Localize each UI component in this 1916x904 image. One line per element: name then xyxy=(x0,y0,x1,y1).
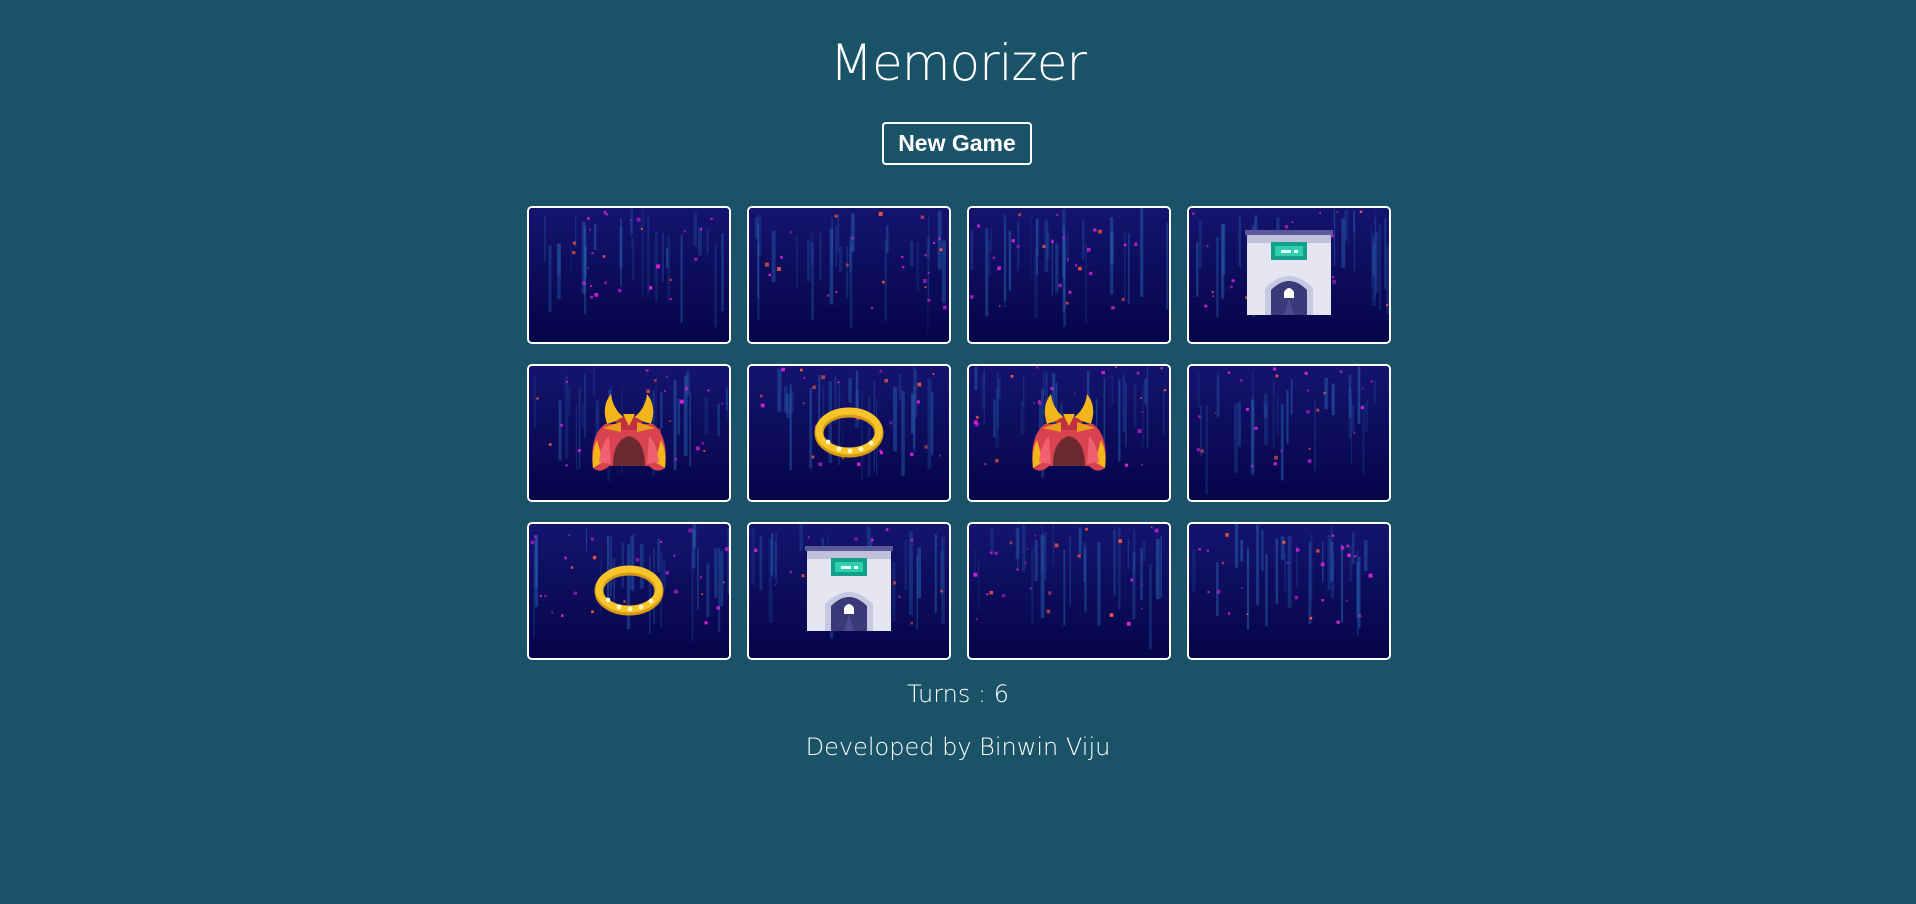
memory-card-hidden[interactable] xyxy=(967,522,1171,660)
memory-card-revealed[interactable] xyxy=(967,364,1171,502)
new-game-button[interactable]: New Game xyxy=(882,122,1032,165)
memory-card-hidden[interactable] xyxy=(1187,522,1391,660)
card-back-pattern xyxy=(1189,366,1389,500)
memory-card-hidden[interactable] xyxy=(527,206,731,344)
card-back-pattern xyxy=(529,208,729,342)
turns-counter: Turns : 6 xyxy=(907,680,1009,708)
card-back-pattern xyxy=(969,208,1169,342)
card-back-pattern xyxy=(1189,524,1389,658)
developer-credit: Developed by Binwin Viju xyxy=(805,733,1111,761)
memory-card-hidden[interactable] xyxy=(747,206,951,344)
castle-gate-icon xyxy=(1245,230,1333,315)
card-grid xyxy=(527,206,1391,660)
samurai-helmet-icon xyxy=(592,394,666,471)
memory-card-revealed[interactable] xyxy=(747,364,951,502)
memory-card-revealed[interactable] xyxy=(527,364,731,502)
page-title: Memorizer xyxy=(829,34,1087,92)
memory-card-hidden[interactable] xyxy=(967,206,1171,344)
memory-game-app: Memorizer New Game Turns : 6 Developed b… xyxy=(0,0,1916,904)
samurai-helmet-icon xyxy=(1032,394,1106,471)
card-back-pattern xyxy=(969,524,1169,658)
memory-card-revealed[interactable] xyxy=(747,522,951,660)
card-back-pattern xyxy=(749,208,949,342)
memory-card-revealed[interactable] xyxy=(527,522,731,660)
memory-card-hidden[interactable] xyxy=(1187,364,1391,502)
gold-ring-icon xyxy=(814,407,884,458)
memory-card-revealed[interactable] xyxy=(1187,206,1391,344)
castle-gate-icon xyxy=(805,546,893,631)
gold-ring-icon xyxy=(594,565,664,616)
